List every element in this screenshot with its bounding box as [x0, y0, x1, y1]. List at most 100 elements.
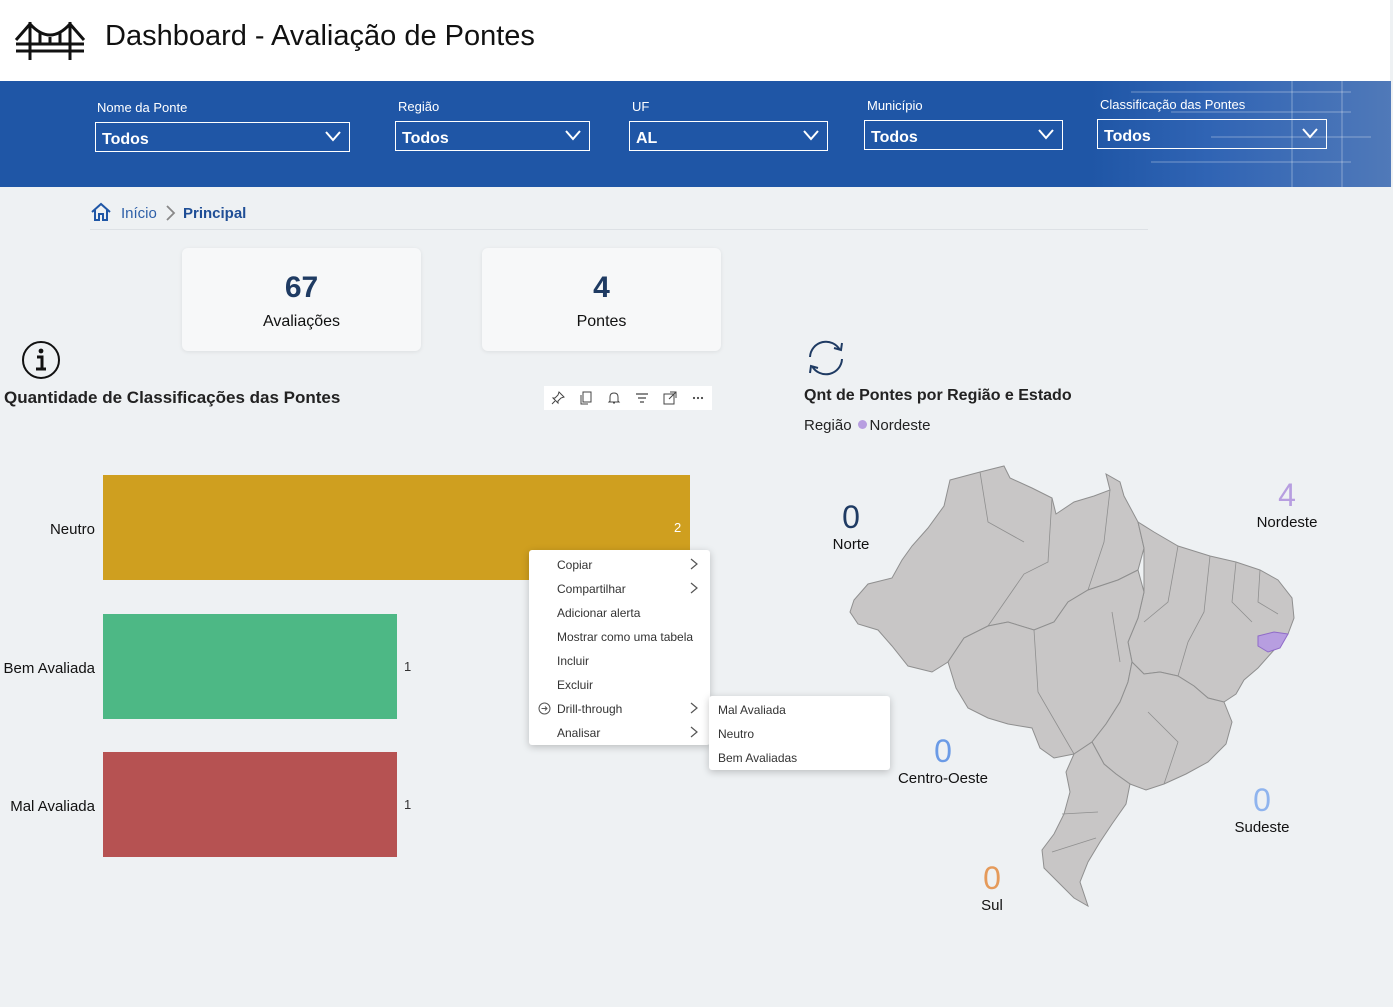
home-icon[interactable] — [90, 202, 112, 222]
chevron-down-icon — [325, 131, 341, 142]
menu-item-drill-through[interactable]: Drill-through — [529, 696, 710, 720]
more-options-button[interactable] — [684, 386, 712, 410]
bell-icon — [607, 392, 621, 404]
category-label-mal-avaliada: Mal Avaliada — [10, 798, 95, 815]
menu-item-excluir[interactable]: Excluir — [529, 672, 710, 696]
chevron-down-icon — [565, 130, 581, 141]
kpi-label: Pontes — [576, 313, 627, 330]
menu-item-mostrar-tabela[interactable]: Mostrar como uma tabela — [529, 624, 710, 648]
kpi-value: 67 — [284, 271, 319, 304]
bridge-icon — [14, 21, 86, 60]
region-name: Norte — [832, 536, 870, 553]
menu-item-incluir[interactable]: Incluir — [529, 648, 710, 672]
municipio-dropdown[interactable]: Todos — [864, 120, 1063, 150]
region-label-nordeste: 4 Nordeste — [1251, 477, 1323, 531]
drill-through-icon — [538, 702, 551, 715]
menu-item-analisar[interactable]: Analisar — [529, 720, 710, 744]
chevron-right-icon — [690, 558, 698, 570]
region-label-norte: 0 Norte — [826, 499, 876, 553]
dropdown-value: AL — [636, 130, 658, 147]
region-name: Sul — [981, 897, 1003, 914]
filter-nome-da-ponte: Nome da Ponte Todos — [95, 100, 350, 152]
map-state-alagoas[interactable] — [1257, 631, 1289, 653]
classificacao-dropdown[interactable]: Todos — [1097, 119, 1327, 149]
map-legend: Região Nordeste — [804, 417, 930, 434]
breadcrumb-home-link[interactable]: Início — [121, 205, 157, 222]
filter-label: Classificação das Pontes — [1100, 97, 1246, 112]
info-icon[interactable] — [21, 340, 61, 380]
filter-icon — [636, 393, 648, 403]
menu-item-label: Compartilhar — [557, 582, 626, 596]
filter-bar: Nome da Ponte Todos Região Todos UF AL M… — [0, 81, 1391, 187]
menu-item-label: Analisar — [557, 726, 601, 740]
bar-value-label: 2 — [674, 520, 682, 535]
chevron-down-icon — [1302, 128, 1318, 139]
kpi-card-avaliacoes: 67 Avaliações — [182, 248, 421, 351]
bar-value-label: 1 — [404, 797, 412, 812]
menu-item-copiar[interactable]: Copiar — [529, 552, 710, 576]
visual-header-toolbar — [544, 386, 712, 410]
pin-button[interactable] — [544, 386, 572, 410]
menu-item-label: Incluir — [557, 654, 590, 668]
chevron-right-icon — [690, 726, 698, 738]
breadcrumb-current: Principal — [183, 205, 247, 222]
brazil-map[interactable] — [848, 462, 1298, 910]
focus-mode-icon — [663, 391, 677, 405]
alert-button[interactable] — [600, 386, 628, 410]
copy-icon — [580, 391, 592, 405]
region-name: Centro-Oeste — [897, 770, 989, 787]
bar-bem-avaliada[interactable] — [103, 614, 397, 719]
pin-icon — [551, 391, 565, 405]
region-value: 0 — [934, 733, 952, 769]
kpi-card-pontes: 4 Pontes — [482, 248, 721, 351]
region-label-sudeste: 0 Sudeste — [1228, 782, 1296, 836]
focus-mode-button[interactable] — [656, 386, 684, 410]
region-value: 0 — [842, 499, 860, 535]
filter-classificacao: Classificação das Pontes Todos — [1097, 97, 1327, 149]
filter-label: Região — [398, 99, 440, 114]
chevron-down-icon — [803, 130, 819, 141]
menu-item-label: Copiar — [557, 558, 593, 572]
dropdown-value: Todos — [402, 130, 449, 147]
bar-value-label: 1 — [404, 659, 412, 674]
category-label-bem-avaliada: Bem Avaliada — [3, 660, 95, 677]
filter-regiao: Região Todos — [395, 99, 590, 151]
refresh-icon[interactable] — [804, 339, 848, 377]
region-value: 4 — [1278, 477, 1296, 513]
copy-button[interactable] — [572, 386, 600, 410]
filter-button[interactable] — [628, 386, 656, 410]
legend-title: Região — [804, 417, 852, 434]
legend-dot — [857, 420, 867, 429]
chevron-down-icon — [1038, 129, 1054, 140]
region-name: Sudeste — [1234, 819, 1290, 836]
more-options-icon — [692, 396, 704, 400]
region-label-sul: 0 Sul — [972, 860, 1012, 914]
filter-label: Município — [867, 98, 923, 113]
bar-mal-avaliada[interactable] — [103, 752, 397, 857]
header: Dashboard - Avaliação de Pontes — [0, 0, 1390, 81]
filter-label: UF — [632, 99, 650, 114]
nome-da-ponte-dropdown[interactable]: Todos — [95, 122, 350, 152]
region-value: 0 — [1253, 782, 1271, 818]
breadcrumb: Início Principal — [90, 202, 1148, 230]
kpi-value: 4 — [593, 271, 610, 304]
dropdown-value: Todos — [1104, 128, 1151, 145]
uf-dropdown[interactable]: AL — [629, 121, 828, 151]
menu-item-label: Adicionar alerta — [557, 606, 641, 620]
dropdown-value: Todos — [871, 129, 918, 146]
menu-item-label: Excluir — [557, 678, 594, 692]
region-name: Nordeste — [1256, 514, 1318, 531]
chevron-right-icon — [690, 582, 698, 594]
menu-item-adicionar-alerta[interactable]: Adicionar alerta — [529, 600, 710, 624]
menu-item-compartilhar[interactable]: Compartilhar — [529, 576, 710, 600]
filter-label: Nome da Ponte — [97, 100, 188, 115]
menu-item-label: Mostrar como uma tabela — [557, 630, 694, 644]
filter-uf: UF AL — [629, 99, 828, 151]
page-title: Dashboard - Avaliação de Pontes — [105, 20, 535, 52]
bar-chart-title: Quantidade de Classificações das Pontes — [4, 388, 341, 407]
context-menu: Copiar Compartilhar Adicionar alerta Mos… — [529, 550, 710, 745]
regiao-dropdown[interactable]: Todos — [395, 121, 590, 151]
chevron-right-icon — [690, 702, 698, 714]
map-title: Qnt de Pontes por Região e Estado — [804, 387, 1072, 404]
menu-item-label: Drill-through — [557, 702, 623, 716]
